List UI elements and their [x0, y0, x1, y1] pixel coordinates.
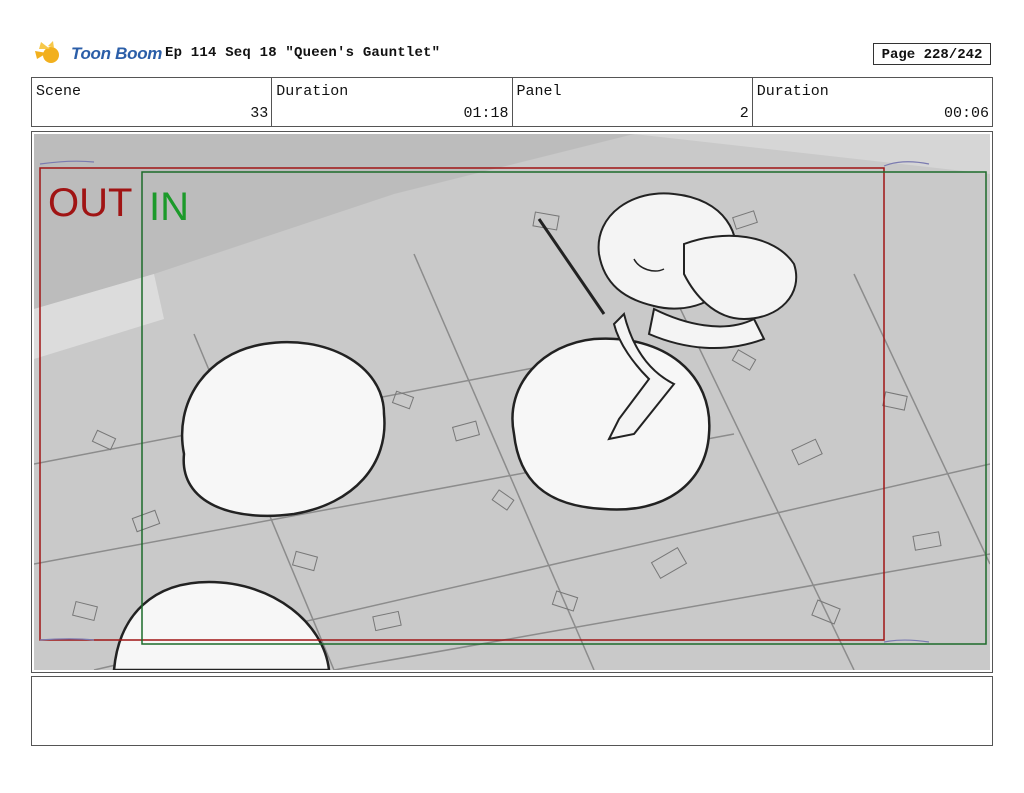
sun-icon: [35, 41, 59, 63]
scene-value: 33: [250, 105, 269, 122]
panel-duration-label: Duration: [756, 83, 829, 100]
toon-boom-logo: Toon Boom: [33, 38, 162, 70]
panel-duration-cell: Duration 00:06: [753, 78, 992, 126]
out-frame-label: OUT: [48, 181, 133, 225]
panel-cell: Panel 2: [513, 78, 753, 126]
logo-text: Toon Boom: [71, 44, 163, 63]
scene-cell: Scene 33: [32, 78, 273, 126]
scene-duration-value: 01:18: [463, 105, 509, 122]
in-frame-label: IN: [149, 185, 189, 229]
panel-label: Panel: [516, 83, 562, 100]
scene-duration-label: Duration: [276, 83, 349, 100]
page-number: Page 228/242: [873, 43, 991, 65]
panel-duration-value: 00:06: [943, 105, 989, 122]
storyboard-title: Ep 114 Seq 18 "Queen's Gauntlet": [165, 45, 441, 61]
action-notes-box: [31, 676, 993, 746]
panel-value: 2: [739, 105, 749, 122]
scene-info-row: Scene 33 Duration 01:18 Panel 2 Duration…: [31, 77, 993, 127]
scene-label: Scene: [36, 83, 82, 100]
storyboard-panel: OUT IN: [31, 131, 993, 673]
scene-duration-cell: Duration 01:18: [272, 78, 513, 126]
